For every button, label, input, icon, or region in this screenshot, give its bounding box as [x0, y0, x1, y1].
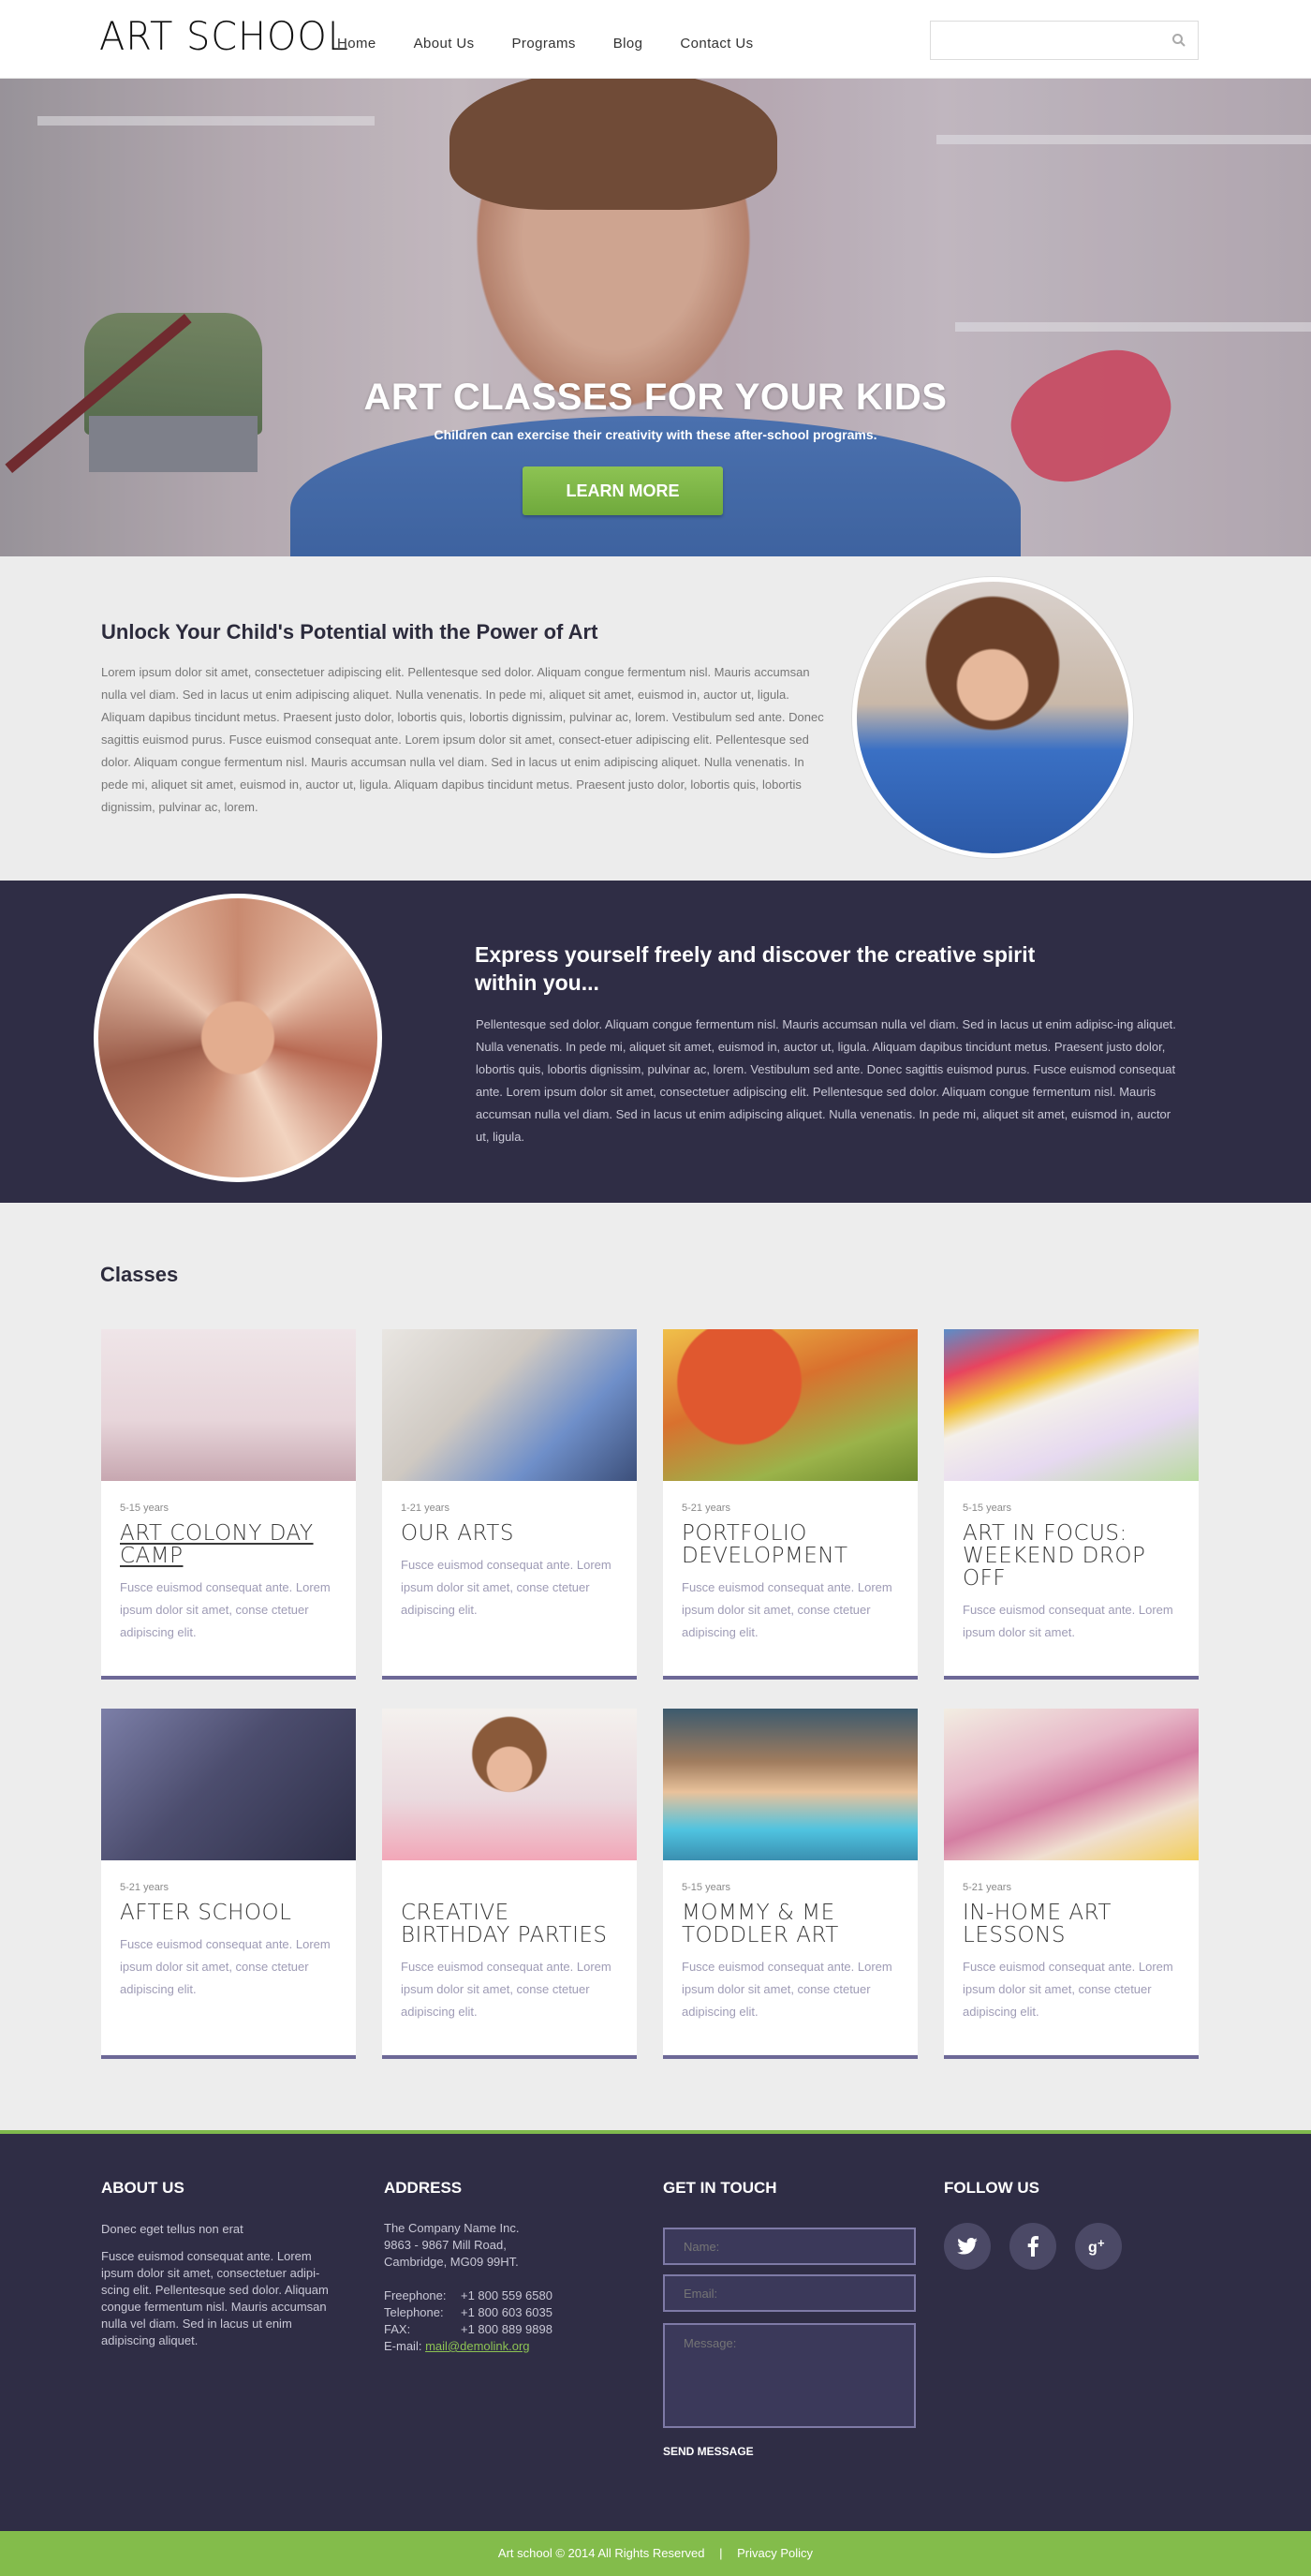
send-message-button[interactable]: SEND MESSAGE — [663, 2443, 754, 2460]
search-input[interactable] — [931, 22, 1156, 59]
search-icon[interactable] — [1171, 33, 1186, 48]
class-age: 5-15 years — [963, 1503, 1011, 1514]
class-title[interactable]: MOMMY & ME TODDLER ART — [682, 1902, 906, 1947]
class-title[interactable]: In-HOME ART LESSONS — [963, 1902, 1187, 1947]
class-title[interactable]: AFTER SCHOOL — [120, 1902, 345, 1924]
footer-about-text: Fusce euismod consequat ante. Lorem ipsu… — [101, 2249, 329, 2347]
telephone-label: Telephone: — [384, 2305, 444, 2319]
hero-title: ART CLASSES FOR YOUR KIDS — [363, 377, 948, 418]
city-address: Cambridge, MG09 99HT. — [384, 2255, 519, 2269]
site-logo[interactable]: ART SCHOOL — [99, 13, 349, 59]
potential-title: Unlock Your Child's Potential with the P… — [101, 620, 598, 644]
hero-banner: ART CLASSES FOR YOUR KIDS Children can e… — [0, 79, 1311, 556]
freephone-number: +1 800 559 6580 — [461, 2288, 552, 2302]
class-title[interactable]: OUR ARTS — [401, 1522, 626, 1545]
classes-section: Classes 5-15 years ART COLONY DAY CAMP F… — [0, 1203, 1311, 2130]
class-card[interactable]: 5-15 years ART COLONY DAY CAMP Fusce eui… — [101, 1329, 356, 1680]
telephone-number: +1 800 603 6035 — [461, 2305, 552, 2319]
footer-address-heading: ADDRESS — [384, 2179, 463, 2197]
classes-heading: Classes — [100, 1263, 179, 1286]
class-card[interactable]: 5-15 years ART IN FOCUS: WEEKEND DROP OF… — [944, 1329, 1199, 1680]
class-description: Fusce euismod consequat ante. Lorem ipsu… — [963, 1960, 1173, 2019]
class-card[interactable]: 5-21 years In-HOME ART LESSONS Fusce eui… — [944, 1709, 1199, 2059]
class-age: 5-21 years — [682, 1503, 730, 1514]
facebook-link[interactable] — [1009, 2223, 1056, 2270]
email-label: E-mail: — [384, 2339, 422, 2353]
class-card-image — [663, 1709, 918, 1860]
class-card[interactable]: 5-15 years MOMMY & ME TODDLER ART Fusce … — [663, 1709, 918, 2059]
hands-together-photo — [94, 894, 382, 1182]
class-description: Fusce euismod consequat ante. Lorem ipsu… — [682, 1580, 892, 1639]
address-block: The Company Name Inc. 9863 - 9867 Mill R… — [384, 2220, 627, 2355]
copyright-text: Art school © 2014 All Rights Reserved — [497, 2546, 705, 2560]
class-title[interactable]: ART COLONY DAY CAMP — [120, 1522, 345, 1567]
class-card[interactable]: CREATIVE BIRTHDAY PARTIES Fusce euismod … — [382, 1709, 637, 2059]
main-nav: Home About Us Programs Blog Contact Us — [337, 36, 791, 52]
nav-home[interactable]: Home — [337, 36, 376, 52]
fax-label: FAX: — [384, 2322, 411, 2336]
express-section: Express yourself freely and discover the… — [0, 881, 1311, 1203]
svg-text:g: g — [1088, 2240, 1097, 2256]
twitter-icon — [957, 2238, 978, 2255]
google-plus-icon: g + — [1088, 2237, 1105, 2256]
street-address: 9863 - 9867 Mill Road, — [384, 2238, 507, 2252]
class-description: Fusce euismod consequat ante. Lorem ipsu… — [120, 1937, 331, 1996]
footer-contact-heading: GET IN TOUCH — [663, 2179, 777, 2197]
freephone-label: Freephone: — [384, 2288, 447, 2302]
class-card-image — [663, 1329, 918, 1481]
name-field[interactable] — [663, 2228, 916, 2265]
class-card[interactable]: 5-21 years AFTER SCHOOL Fusce euismod co… — [101, 1709, 356, 2059]
facebook-icon — [1027, 2236, 1038, 2257]
learn-more-button[interactable]: LEARN MORE — [523, 466, 723, 515]
footer-about-heading: ABOUT US — [101, 2179, 184, 2197]
site-header: ART SCHOOL Home About Us Programs Blog C… — [0, 0, 1311, 79]
company-name: The Company Name Inc. — [384, 2221, 520, 2235]
fax-number: +1 800 889 9898 — [461, 2322, 552, 2336]
footer-follow-heading: FOLLOW US — [944, 2179, 1039, 2197]
express-title: Express yourself freely and discover the… — [475, 942, 1036, 995]
twitter-link[interactable] — [944, 2223, 991, 2270]
class-card-image — [382, 1709, 637, 1860]
class-card-image — [944, 1709, 1199, 1860]
svg-text:+: + — [1097, 2237, 1105, 2250]
potential-text: Lorem ipsum dolor sit amet, consectetuer… — [101, 665, 824, 814]
nav-contact-us[interactable]: Contact Us — [680, 36, 753, 52]
class-title[interactable]: ART IN FOCUS: WEEKEND DROP OFF — [963, 1522, 1187, 1590]
class-description: Fusce euismod consequat ante. Lorem ipsu… — [682, 1960, 892, 2019]
email-field[interactable] — [663, 2274, 916, 2312]
footer-about-lead: Donec eget tellus non erat — [101, 2222, 243, 2236]
email-link[interactable]: mail@demolink.org — [425, 2339, 529, 2353]
nav-about-us[interactable]: About Us — [414, 36, 475, 52]
hero-subtitle: Children can exercise their creativity w… — [434, 427, 877, 442]
privacy-policy-link[interactable]: Privacy Policy — [737, 2546, 813, 2560]
class-description: Fusce euismod consequat ante. Lorem ipsu… — [963, 1603, 1173, 1639]
class-card-image — [944, 1329, 1199, 1481]
message-field[interactable] — [663, 2323, 916, 2428]
class-age: 5-21 years — [963, 1882, 1011, 1893]
class-age: 5-21 years — [120, 1882, 169, 1893]
footer-separator: | — [719, 2546, 723, 2560]
class-card-image — [382, 1329, 637, 1481]
footer-bottom-bar: Art school © 2014 All Rights Reserved | … — [0, 2531, 1311, 2576]
class-description: Fusce euismod consequat ante. Lorem ipsu… — [401, 1558, 611, 1617]
class-card[interactable]: 1-21 years OUR ARTS Fusce euismod conseq… — [382, 1329, 637, 1680]
express-text: Pellentesque sed dolor. Aliquam congue f… — [476, 1017, 1176, 1144]
search-box — [930, 21, 1199, 60]
nav-blog[interactable]: Blog — [613, 36, 643, 52]
nav-programs[interactable]: Programs — [512, 36, 576, 52]
class-title[interactable]: CREATIVE BIRTHDAY PARTIES — [401, 1902, 626, 1947]
class-card[interactable]: 5-21 years PORTFOLIO DEVELOPMENT Fusce e… — [663, 1329, 918, 1680]
class-description: Fusce euismod consequat ante. Lorem ipsu… — [401, 1960, 611, 2019]
class-title[interactable]: PORTFOLIO DEVELOPMENT — [682, 1522, 906, 1567]
class-description: Fusce euismod consequat ante. Lorem ipsu… — [120, 1580, 331, 1639]
class-age: 5-15 years — [120, 1503, 169, 1514]
class-age: 1-21 years — [401, 1503, 449, 1514]
google-plus-link[interactable]: g + — [1075, 2223, 1122, 2270]
class-card-image — [101, 1329, 356, 1481]
class-card-image — [101, 1709, 356, 1860]
girl-photo — [852, 577, 1133, 858]
potential-section: Unlock Your Child's Potential with the P… — [0, 556, 1311, 881]
class-age: 5-15 years — [682, 1882, 730, 1893]
